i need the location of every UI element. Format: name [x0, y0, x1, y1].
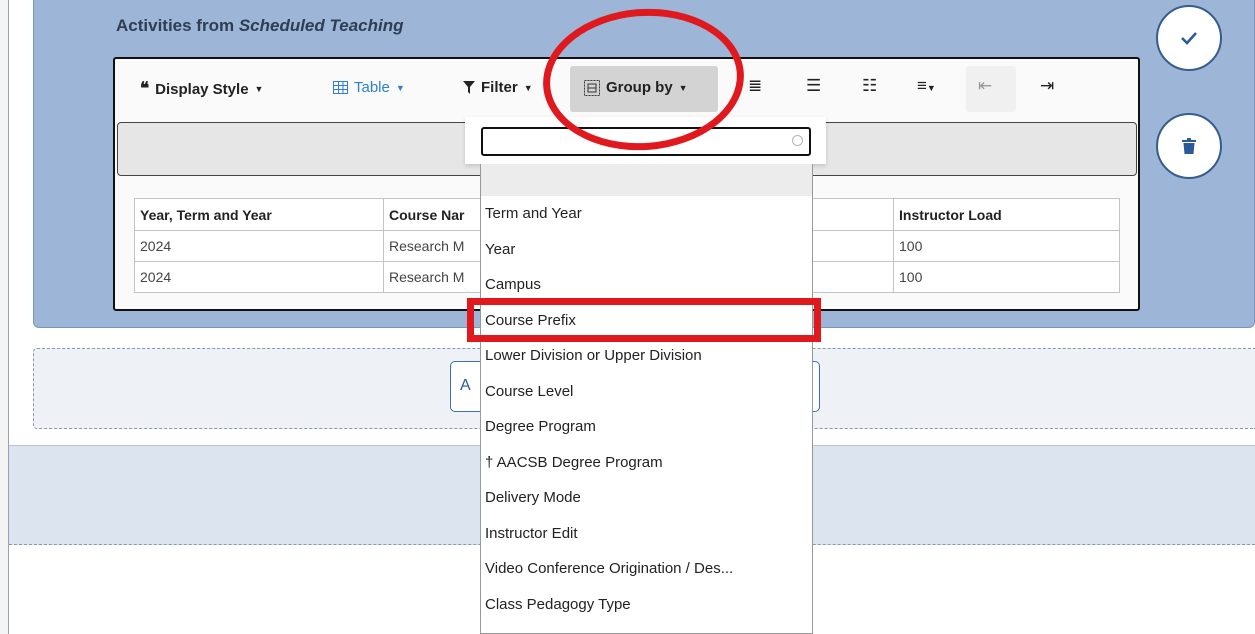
dropdown-search-container [465, 117, 826, 164]
table-view-button[interactable]: Table ▼ [333, 79, 405, 96]
column-header[interactable]: Instructor Load [893, 198, 1120, 231]
table-cell: 2024 [134, 230, 384, 262]
indent-icon[interactable]: ⇥ [1040, 76, 1054, 96]
caret-down-icon: ▼ [678, 82, 688, 93]
dropdown-option[interactable]: Course Level [481, 374, 812, 410]
list-numbered-icon[interactable]: ☷ [862, 76, 877, 96]
filter-button[interactable]: Filter ▼ [463, 79, 533, 96]
panel-title: Activities from Scheduled Teaching [116, 16, 404, 35]
caret-down-icon: ▼ [254, 84, 264, 94]
display-style-button[interactable]: ❝ Display Style ▼ [140, 79, 263, 99]
group-by-button[interactable]: Group by ▼ [584, 79, 688, 96]
align-block-icon[interactable]: ≣ [748, 76, 762, 96]
dropdown-empty-option[interactable] [481, 164, 812, 196]
check-icon [1181, 32, 1197, 45]
dropdown-option-course-prefix[interactable]: Course Prefix [481, 303, 812, 339]
caret-down-icon: ▼ [395, 82, 405, 93]
clear-search-icon[interactable] [792, 135, 803, 146]
trash-icon [1182, 138, 1196, 154]
align-left-dropdown-icon[interactable]: ≡▼ [917, 76, 936, 96]
group-by-icon [584, 79, 600, 96]
column-header[interactable]: Year, Term and Year [134, 198, 384, 231]
dropdown-option[interactable]: Degree Program [481, 409, 812, 445]
dropdown-option[interactable]: Delivery Mode [481, 480, 812, 516]
filter-icon [463, 81, 475, 94]
outdent-icon[interactable]: ⇤ [978, 76, 992, 96]
dropdown-option[interactable]: † AACSB Degree Program [481, 445, 812, 481]
group-by-dropdown: Term and Year Year Campus Course Prefix … [465, 117, 826, 634]
table-cell: 2024 [134, 261, 384, 293]
dropdown-option[interactable]: Term and Year [481, 196, 812, 232]
window-frame-left [0, 0, 9, 634]
dropdown-options-list: Term and Year Year Campus Course Prefix … [480, 164, 813, 634]
table-cell: 100 [893, 230, 1120, 262]
save-button[interactable] [1156, 5, 1222, 71]
dropdown-option[interactable]: Lower Division or Upper Division [481, 338, 812, 374]
delete-button[interactable] [1156, 113, 1222, 179]
list-bullet-icon[interactable]: ☰ [806, 76, 821, 96]
table-icon [333, 81, 348, 94]
dropdown-option[interactable]: New course preparation? [481, 622, 812, 633]
table-cell: 100 [893, 261, 1120, 293]
dropdown-search-input[interactable] [481, 127, 811, 156]
caret-down-icon: ▼ [523, 82, 533, 93]
dropdown-option[interactable]: Instructor Edit [481, 516, 812, 552]
dropdown-option[interactable]: Year [481, 232, 812, 268]
dropdown-option[interactable]: Video Conference Origination / Des... [481, 551, 812, 587]
quote-icon: ❝ [140, 79, 150, 99]
dropdown-option[interactable]: Campus [481, 267, 812, 303]
dropdown-option[interactable]: Class Pedagogy Type [481, 587, 812, 623]
